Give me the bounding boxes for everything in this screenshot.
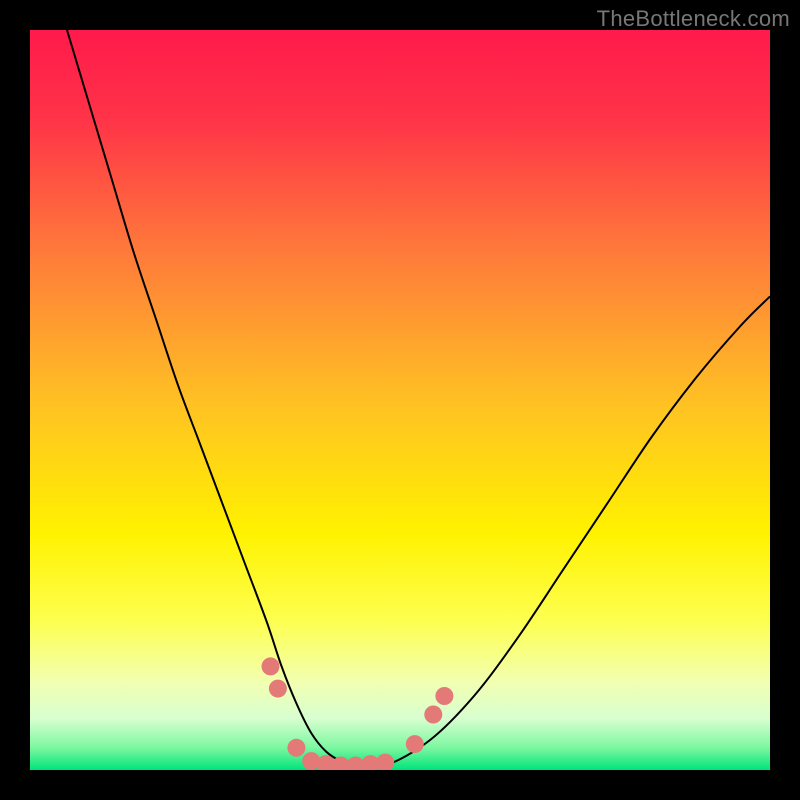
highlight-dot (269, 680, 287, 698)
highlight-dot (424, 706, 442, 724)
highlight-dot (435, 687, 453, 705)
highlight-dot (287, 739, 305, 757)
plot-area (30, 30, 770, 770)
chart-frame: TheBottleneck.com (0, 0, 800, 800)
highlight-dot (262, 657, 280, 675)
highlight-dot (302, 752, 320, 770)
watermark-text: TheBottleneck.com (597, 6, 790, 32)
bottleneck-chart (30, 30, 770, 770)
highlight-dot (406, 735, 424, 753)
gradient-background (30, 30, 770, 770)
